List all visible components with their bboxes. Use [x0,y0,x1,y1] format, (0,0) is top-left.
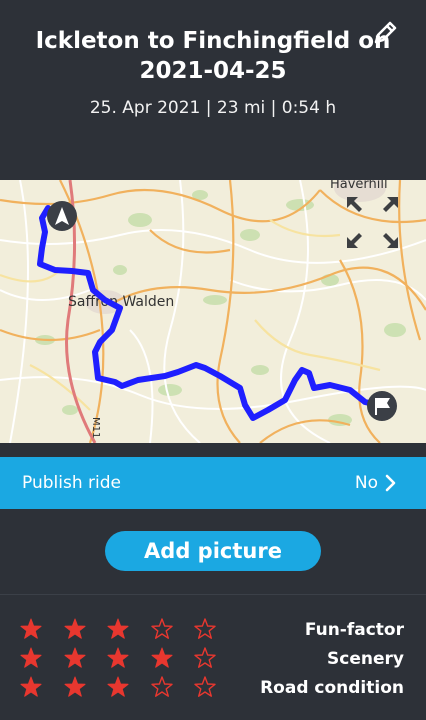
map-canvas: Haverhill Saffron Walden M11 [0,180,426,443]
star-outline-icon[interactable] [150,676,173,698]
rating-label: Road condition [260,678,404,698]
rating-label: Scenery [327,649,404,669]
ride-header: Ickleton to Finchingfield on 2021-04-25 … [0,0,426,180]
star-filled-icon[interactable] [20,618,42,640]
divider [0,594,426,595]
star-outline-icon[interactable] [150,618,173,640]
star-filled-icon[interactable] [20,647,42,669]
map-label-m11: M11 [90,417,101,438]
star-rating[interactable] [20,647,238,669]
route-line [37,205,385,421]
route-map[interactable]: Haverhill Saffron Walden M11 [0,180,426,443]
rating-row: Road condition [0,676,426,706]
add-picture-button[interactable]: Add picture [105,531,321,571]
star-filled-icon[interactable] [64,676,86,698]
star-outline-icon[interactable] [194,676,216,698]
rating-label: Fun-factor [304,620,404,640]
star-filled-icon[interactable] [64,647,86,669]
rating-row: Scenery [0,647,426,677]
pencil-icon[interactable] [372,20,398,46]
star-filled-icon[interactable] [107,676,129,698]
publish-ride-label: Publish ride [22,473,121,493]
ride-summary: 25. Apr 2021 | 23 mi | 0:54 h [89,98,337,118]
ride-title-line2: 2021-04-25 [139,58,287,84]
star-filled-icon[interactable] [151,647,173,669]
star-outline-icon[interactable] [194,647,216,669]
star-filled-icon[interactable] [107,647,129,669]
ride-title-line1: Ickleton to Finchingfield on [35,28,391,54]
star-filled-icon[interactable] [64,618,86,640]
ride-title: Ickleton to Finchingfield on 2021-04-25 [20,26,406,86]
publish-ride-row[interactable]: Publish ride No [0,457,426,509]
star-filled-icon[interactable] [20,676,42,698]
star-rating[interactable] [20,676,238,698]
star-outline-icon[interactable] [194,618,216,640]
map-label-haverhill: Haverhill [330,180,388,192]
start-marker[interactable] [47,201,77,231]
rating-row: Fun-factor [0,618,426,648]
finish-flag-marker[interactable] [367,391,397,421]
star-filled-icon[interactable] [107,618,129,640]
chevron-right-icon [385,474,396,492]
star-rating[interactable] [20,618,238,640]
publish-ride-value: No [354,473,378,493]
